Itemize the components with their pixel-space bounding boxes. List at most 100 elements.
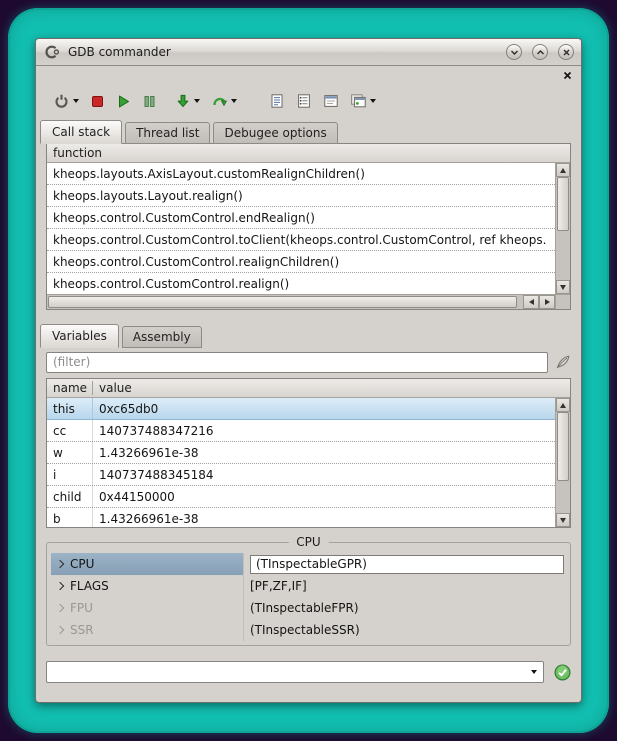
cpu-groupbox: CPU CPU (TInspectableGPR) FLAGS [PF,ZF,I… (46, 542, 571, 646)
call-stack-vertical-scrollbar[interactable] (555, 163, 570, 294)
call-stack-rows: kheops.layouts.AxisLayout.customRealignC… (47, 163, 555, 294)
variables-table: name value this 0xc65db0 cc 140737488347… (46, 378, 571, 528)
variables-tabbar: Variables Assembly (36, 324, 581, 348)
start-debug-button[interactable] (50, 88, 82, 114)
inspect-window-button[interactable] (347, 88, 379, 114)
dock-close-button[interactable] (561, 69, 573, 81)
variable-row[interactable]: b 1.43266961e-38 (47, 508, 555, 527)
variable-row[interactable]: i 140737488345184 (47, 464, 555, 486)
scroll-up-button[interactable] (556, 398, 570, 412)
scroll-up-button[interactable] (556, 163, 570, 177)
scrollbar-thumb[interactable] (48, 296, 517, 308)
variable-value: 1.43266961e-38 (93, 442, 555, 463)
scrollbar-track[interactable] (556, 412, 570, 513)
step-icon (175, 93, 191, 109)
register-group-label: SSR (70, 623, 94, 637)
scrollbar-thumb[interactable] (557, 177, 569, 231)
scroll-down-button[interactable] (556, 513, 570, 527)
filter-input[interactable] (46, 352, 548, 373)
variable-name: w (47, 442, 93, 463)
tab-debugee-options[interactable]: Debugee options (213, 122, 337, 144)
register-group-row[interactable]: FPU (TInspectableFPR) (51, 597, 566, 619)
variable-row[interactable]: cc 140737488347216 (47, 420, 555, 442)
variable-value: 140737488345184 (93, 464, 555, 485)
combo-dropdown-button[interactable] (525, 662, 543, 682)
continue-button[interactable] (113, 88, 134, 114)
dropdown-arrow-icon (194, 99, 200, 103)
register-group-row[interactable]: FLAGS [PF,ZF,IF] (51, 575, 566, 597)
expander-chevron-icon[interactable] (56, 604, 64, 612)
window-icon (323, 93, 339, 109)
cpu-group-title: CPU (288, 535, 328, 549)
tab-thread-list[interactable]: Thread list (125, 122, 210, 144)
show-debugee-window-button[interactable] (320, 88, 342, 114)
column-header-value[interactable]: value (93, 381, 570, 395)
show-output-button[interactable] (266, 88, 288, 114)
feather-icon[interactable] (555, 354, 571, 370)
splitter[interactable] (36, 310, 581, 324)
dropdown-arrow-icon (231, 99, 237, 103)
step-over-button[interactable] (208, 88, 240, 114)
call-stack-row[interactable]: kheops.layouts.AxisLayout.customRealignC… (47, 163, 555, 185)
scrollbar-thumb[interactable] (557, 412, 569, 481)
ok-check-icon (554, 664, 571, 681)
register-group-row[interactable]: CPU (TInspectableGPR) (51, 553, 566, 575)
scroll-left-button[interactable] (523, 295, 539, 309)
scroll-right-button[interactable] (539, 295, 555, 309)
expander-chevron-icon[interactable] (56, 582, 64, 590)
minimize-button[interactable] (506, 44, 522, 60)
scroll-down-button[interactable] (556, 280, 570, 294)
close-icon (562, 48, 571, 57)
tab-variables[interactable]: Variables (40, 324, 119, 348)
call-stack-row[interactable]: kheops.layouts.Layout.realign() (47, 185, 555, 207)
variable-value: 0x44150000 (93, 486, 555, 507)
register-group-label: FPU (70, 601, 93, 615)
call-stack-row[interactable]: kheops.control.CustomControl.endRealign(… (47, 207, 555, 229)
scroll-right-icon (545, 299, 550, 305)
maximize-button[interactable] (532, 44, 548, 60)
variable-row[interactable]: w 1.43266961e-38 (47, 442, 555, 464)
power-icon (53, 93, 70, 110)
variable-name: cc (47, 420, 93, 441)
column-header-function[interactable]: function (47, 144, 570, 163)
column-header-name[interactable]: name (47, 381, 93, 395)
ok-button[interactable] (553, 663, 571, 681)
variables-header: name value (47, 379, 570, 398)
variable-row[interactable]: child 0x44150000 (47, 486, 555, 508)
close-button[interactable] (558, 44, 574, 60)
expander-chevron-icon[interactable] (56, 560, 64, 568)
variables-rows: this 0xc65db0 cc 140737488347216 w 1.432… (47, 398, 555, 527)
register-value-editor[interactable]: (TInspectableGPR) (250, 555, 564, 574)
variable-name: b (47, 508, 93, 527)
document-icon (269, 93, 285, 109)
tab-call-stack[interactable]: Call stack (40, 120, 122, 144)
app-icon (43, 44, 60, 61)
screen-frame: GDB commander (8, 8, 609, 733)
call-stack-horizontal-scrollbar[interactable] (47, 294, 555, 309)
register-group-value: (TInspectableFPR) (243, 597, 566, 619)
dropdown-arrow-icon (73, 99, 79, 103)
show-command-list-button[interactable] (293, 88, 315, 114)
variable-value: 1.43266961e-38 (93, 508, 555, 527)
variables-vertical-scrollbar[interactable] (555, 398, 570, 527)
call-stack-row[interactable]: kheops.control.CustomControl.realign() (47, 273, 555, 294)
stop-debug-button[interactable] (87, 88, 108, 114)
command-input[interactable] (47, 662, 525, 682)
inspect-window-icon (350, 93, 367, 109)
variable-row[interactable]: this 0xc65db0 (47, 398, 555, 420)
step-button[interactable] (172, 88, 203, 114)
dropdown-arrow-icon (370, 99, 376, 103)
scrollbar-track[interactable] (556, 177, 570, 280)
command-combobox[interactable] (46, 661, 544, 683)
pause-button[interactable] (139, 88, 160, 114)
stop-icon (90, 94, 105, 109)
scrollbar-track[interactable] (47, 295, 523, 309)
scroll-down-icon (560, 285, 566, 290)
titlebar[interactable]: GDB commander (36, 39, 581, 66)
tab-assembly[interactable]: Assembly (122, 326, 202, 348)
register-group-label: CPU (70, 557, 94, 571)
call-stack-row[interactable]: kheops.control.CustomControl.toClient(kh… (47, 229, 555, 251)
call-stack-row[interactable]: kheops.control.CustomControl.realignChil… (47, 251, 555, 273)
register-group-row[interactable]: SSR (TInspectableSSR) (51, 619, 566, 641)
expander-chevron-icon[interactable] (56, 626, 64, 634)
